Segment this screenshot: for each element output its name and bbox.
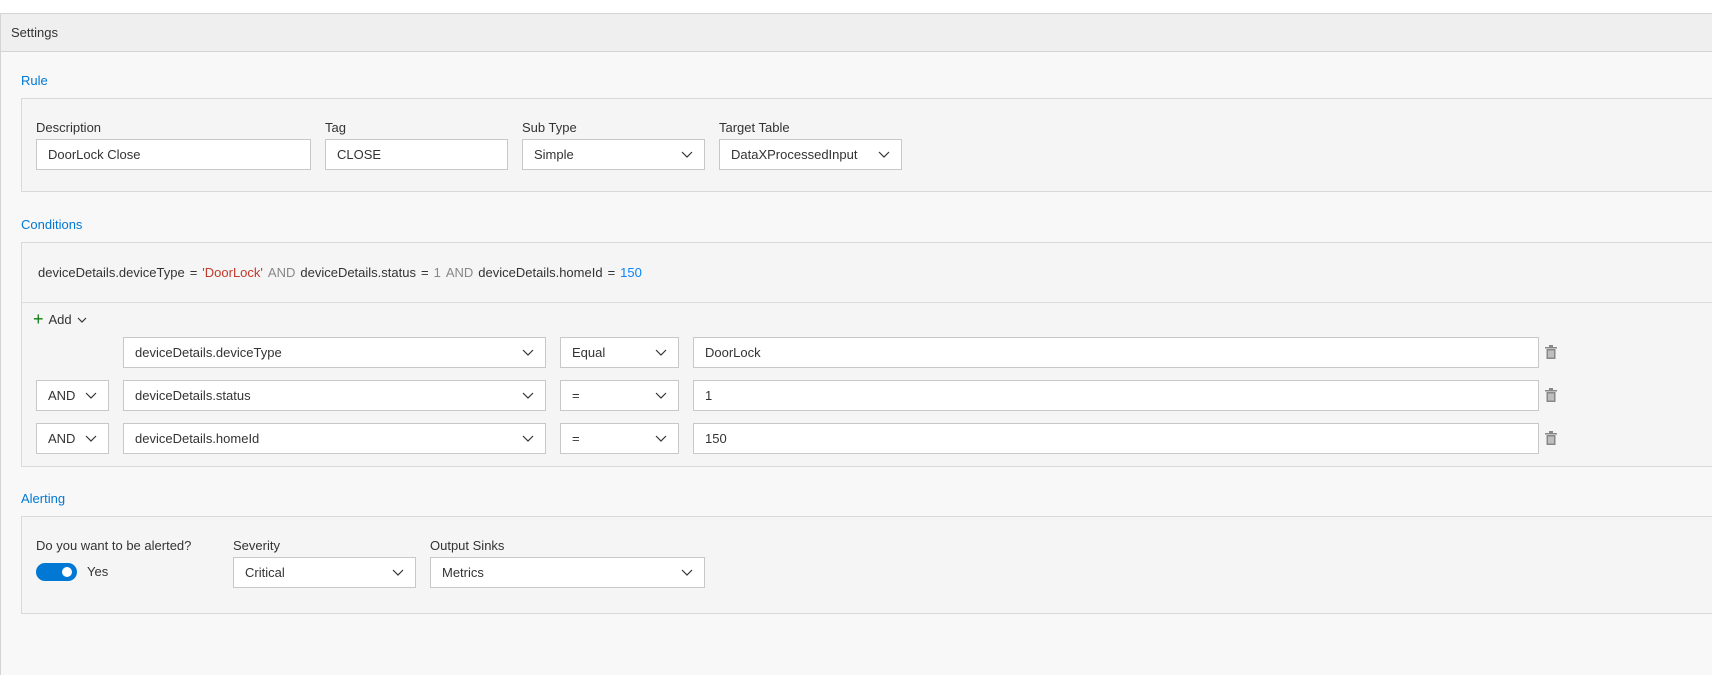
chevron-down-icon: [392, 567, 404, 577]
condition-value-input[interactable]: 1: [693, 380, 1539, 411]
condition-operator-select[interactable]: =: [560, 423, 679, 454]
output-sinks-select[interactable]: Metrics: [430, 557, 705, 588]
chevron-down-icon: [522, 390, 534, 400]
query-conjunction: AND: [267, 265, 296, 280]
chevron-down-icon: [878, 149, 890, 159]
query-field: deviceDetails.homeId: [478, 265, 603, 280]
query-operator: =: [607, 265, 616, 280]
condition-operator-select[interactable]: Equal: [560, 337, 679, 368]
severity-select[interactable]: Critical: [233, 557, 416, 588]
chevron-down-icon: [522, 347, 534, 357]
rule-section: Description DoorLock Close Tag CLOSE Sub…: [21, 98, 1712, 192]
query-conjunction: AND: [445, 265, 474, 280]
settings-panel: Settings Rule Description DoorLock Close…: [0, 13, 1712, 675]
alerting-section: Do you want to be alerted? Yes Severity …: [21, 516, 1712, 614]
output-sinks-value: Metrics: [442, 565, 484, 580]
query-value: 'DoorLock': [202, 265, 263, 280]
query-operator: =: [189, 265, 198, 280]
chevron-down-icon: [85, 390, 97, 400]
divider: [22, 302, 1712, 303]
conditions-section: deviceDetails.deviceType = 'DoorLock' AND de…: [21, 242, 1712, 467]
query-field: deviceDetails.deviceType: [38, 265, 185, 280]
sub-type-value: Simple: [534, 147, 574, 162]
target-table-select[interactable]: DataXProcessedInput: [719, 139, 902, 170]
chevron-down-icon: [681, 149, 693, 159]
conditions-section-label: Conditions: [21, 217, 83, 232]
chevron-down-icon: [655, 347, 667, 357]
query-operator: =: [420, 265, 429, 280]
target-table-label: Target Table: [719, 120, 790, 135]
sub-type-select[interactable]: Simple: [522, 139, 705, 170]
severity-value: Critical: [245, 565, 285, 580]
plus-icon: +: [33, 309, 44, 329]
add-condition-button[interactable]: + Add: [33, 309, 87, 329]
condition-conjunction-value: AND: [48, 388, 76, 403]
condition-conjunction-select[interactable]: AND: [36, 380, 109, 411]
query-field: deviceDetails.status: [300, 265, 416, 280]
condition-operator-value: =: [572, 431, 580, 446]
chevron-down-icon: [681, 567, 693, 577]
severity-label: Severity: [233, 538, 280, 553]
panel-title: Settings: [11, 25, 58, 40]
condition-operator-value: =: [572, 388, 580, 403]
condition-field-select[interactable]: deviceDetails.status: [123, 380, 546, 411]
condition-conjunction-select[interactable]: AND: [36, 423, 109, 454]
condition-field-select[interactable]: deviceDetails.deviceType: [123, 337, 546, 368]
alert-question-label: Do you want to be alerted?: [36, 538, 192, 553]
chevron-down-icon: [77, 312, 87, 327]
condition-query: deviceDetails.deviceType = 'DoorLock' AND de…: [38, 265, 642, 280]
chevron-down-icon: [655, 390, 667, 400]
output-sinks-label: Output Sinks: [430, 538, 505, 553]
condition-value-input[interactable]: DoorLock: [693, 337, 1539, 368]
tag-input[interactable]: CLOSE: [325, 139, 508, 170]
toggle-knob: [62, 567, 72, 577]
chevron-down-icon: [655, 433, 667, 443]
chevron-down-icon: [85, 433, 97, 443]
alerting-section-label: Alerting: [21, 491, 66, 506]
sub-type-label: Sub Type: [522, 120, 577, 135]
rule-section-label: Rule: [21, 73, 48, 88]
chevron-down-icon: [522, 433, 534, 443]
condition-operator-value: Equal: [572, 345, 606, 360]
query-value: 150: [620, 265, 642, 280]
tag-label: Tag: [325, 120, 346, 135]
trash-icon[interactable]: [1545, 388, 1557, 402]
trash-icon[interactable]: [1545, 431, 1557, 445]
alert-toggle[interactable]: [36, 563, 77, 581]
condition-field-value: deviceDetails.deviceType: [135, 345, 282, 360]
condition-conjunction-value: AND: [48, 431, 76, 446]
condition-field-select[interactable]: deviceDetails.homeId: [123, 423, 546, 454]
target-table-value: DataXProcessedInput: [731, 147, 858, 162]
query-value: 1: [433, 265, 441, 280]
panel-header: Settings: [1, 14, 1712, 52]
condition-operator-select[interactable]: =: [560, 380, 679, 411]
condition-field-value: deviceDetails.homeId: [135, 431, 260, 446]
alert-toggle-label: Yes: [87, 564, 109, 579]
trash-icon[interactable]: [1545, 345, 1557, 359]
description-label: Description: [36, 120, 102, 135]
description-input[interactable]: DoorLock Close: [36, 139, 311, 170]
add-label: Add: [48, 311, 72, 327]
condition-value-input[interactable]: 150: [693, 423, 1539, 454]
condition-field-value: deviceDetails.status: [135, 388, 251, 403]
